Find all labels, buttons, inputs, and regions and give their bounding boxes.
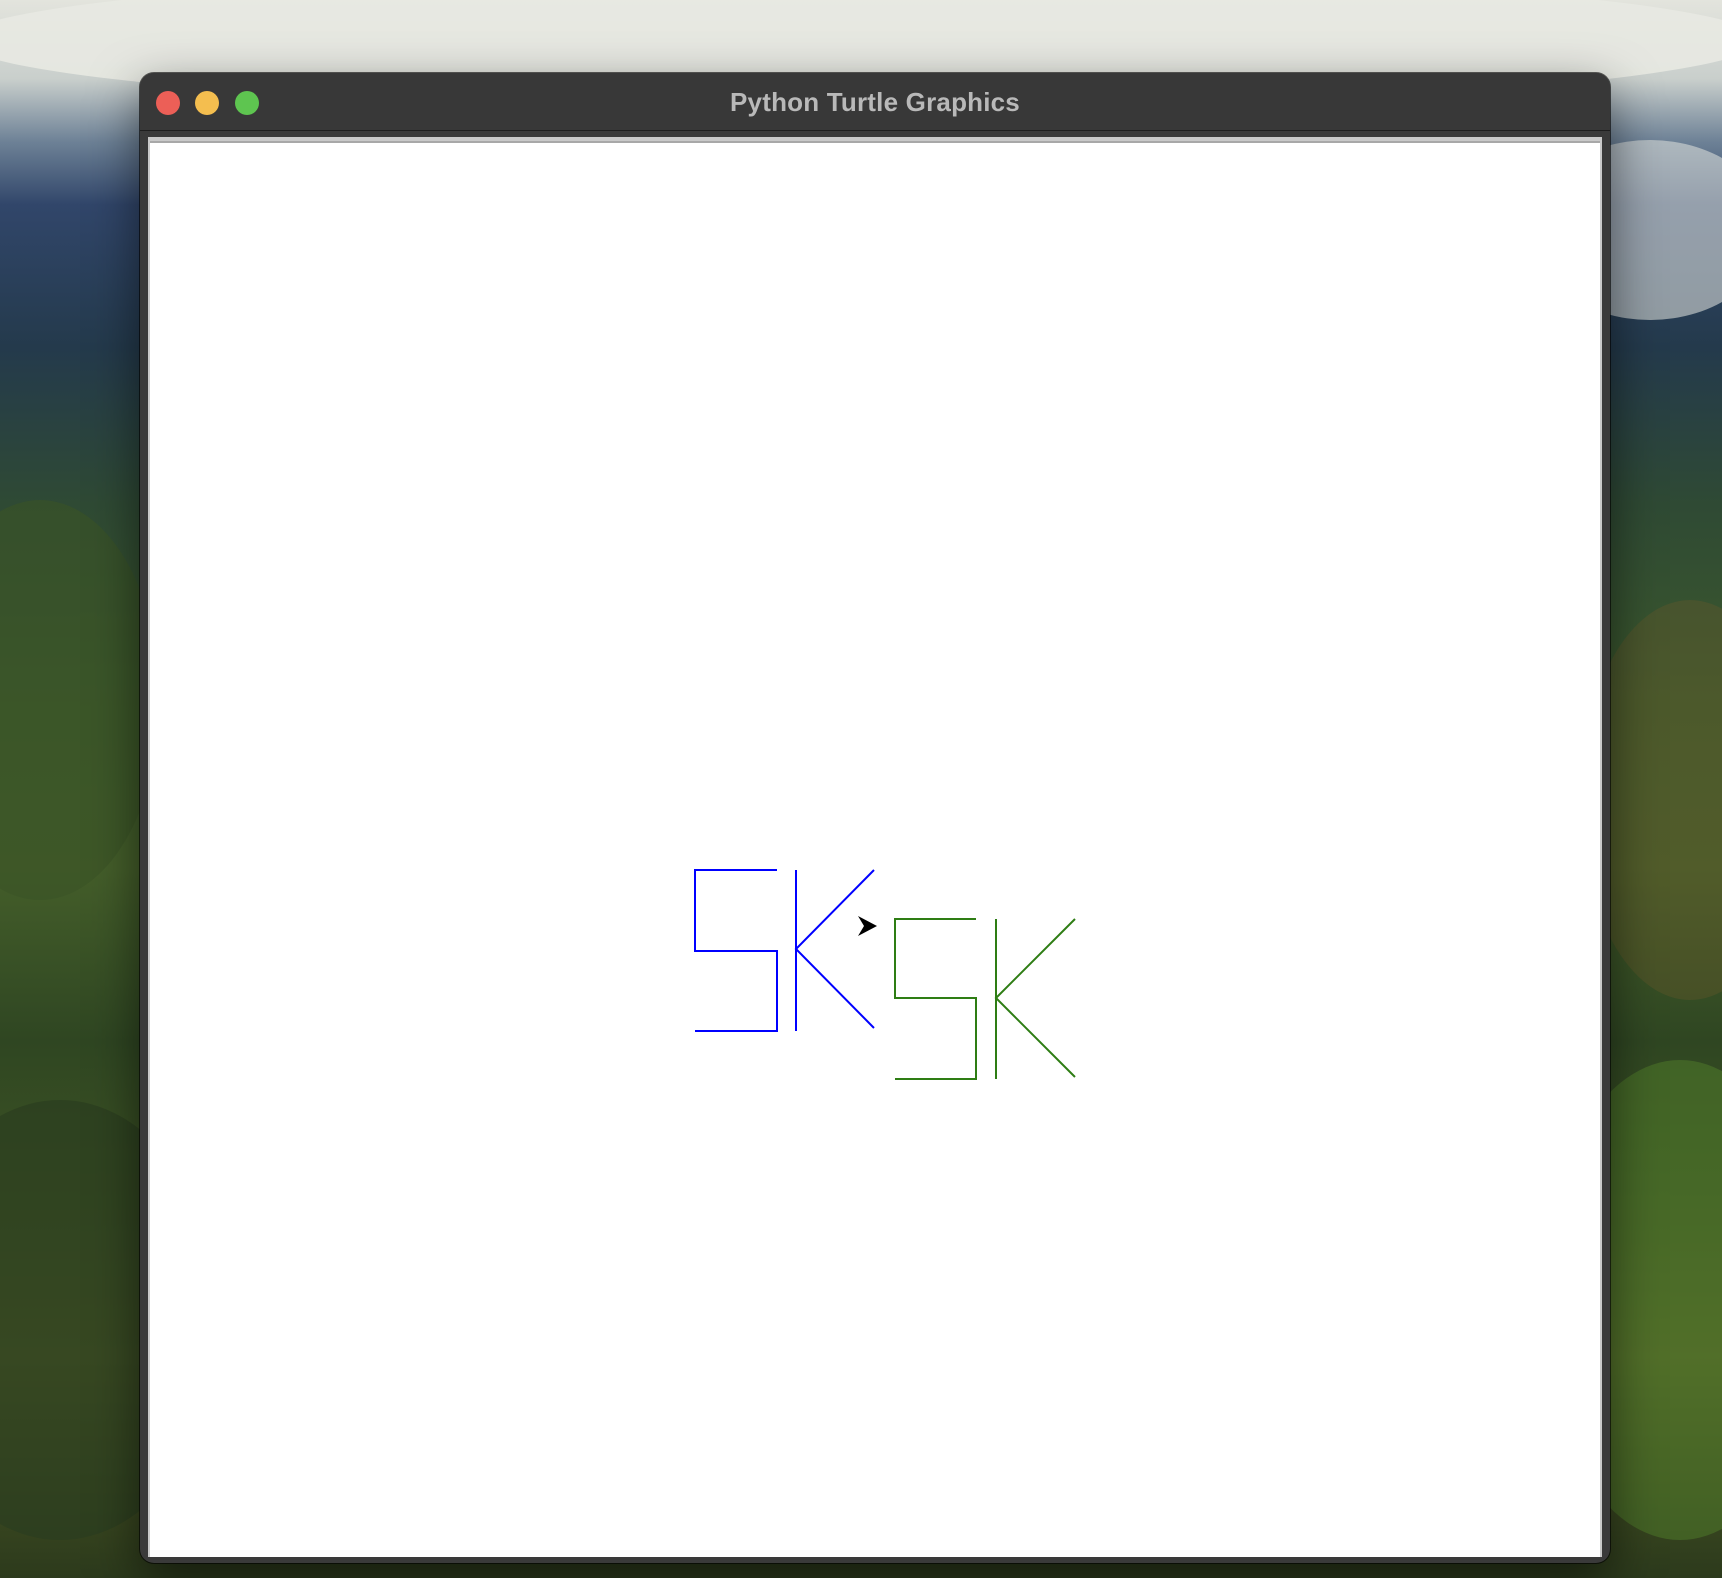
turtle-cursor-icon bbox=[858, 916, 877, 936]
turtle-window: Python Turtle Graphics bbox=[140, 73, 1610, 1563]
digit-5-green bbox=[894, 918, 977, 1080]
drawing-5k-green bbox=[894, 918, 1076, 1080]
turtle-canvas[interactable] bbox=[150, 141, 1600, 1557]
drawing-5k-blue bbox=[694, 869, 875, 1032]
title-bar[interactable]: Python Turtle Graphics bbox=[140, 73, 1610, 131]
window-title: Python Turtle Graphics bbox=[730, 87, 1020, 117]
letter-k-arms-blue bbox=[794, 869, 875, 1029]
digit-5-blue bbox=[694, 869, 778, 1032]
letter-k-arms-green bbox=[994, 918, 1076, 1078]
turtle-drawing-area bbox=[694, 869, 1076, 1080]
